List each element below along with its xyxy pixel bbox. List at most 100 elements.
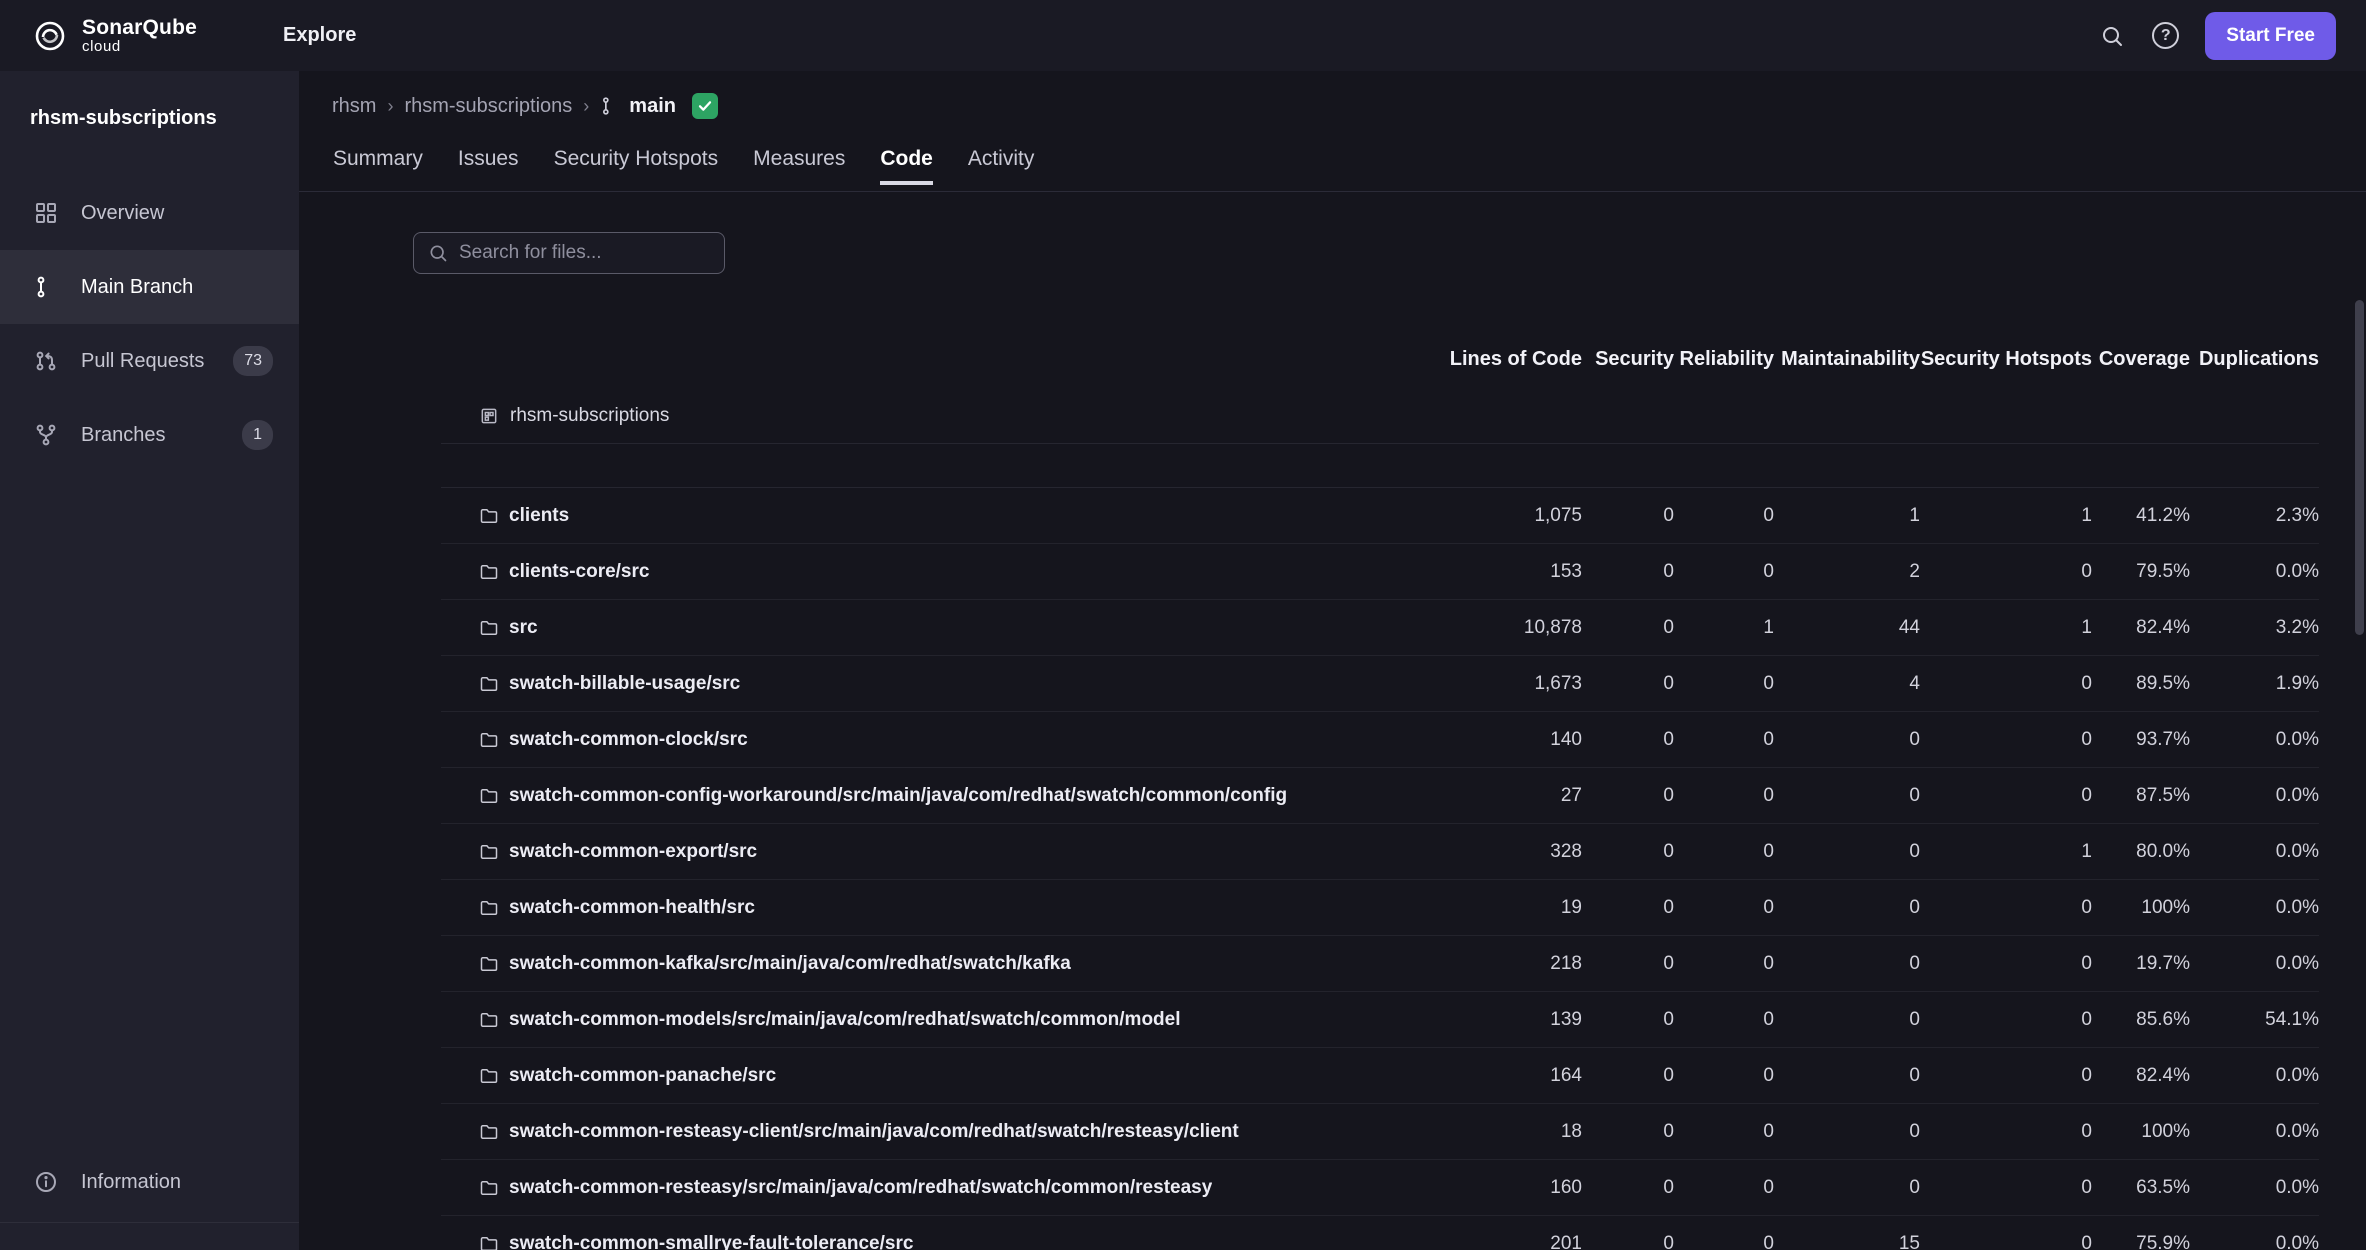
table-row[interactable]: src 10,878 0 1 44 1 82.4% 3.2%: [441, 600, 2319, 656]
folder-cell: swatch-common-smallrye-fault-tolerance/s…: [441, 1233, 1432, 1250]
sidebar-project-title: rhsm-subscriptions: [0, 71, 299, 130]
folder-name-link[interactable]: swatch-common-smallrye-fault-tolerance/s…: [509, 1233, 913, 1250]
security-value: 0: [1582, 561, 1674, 583]
maintainability-value: 0: [1774, 1121, 1920, 1143]
security-hotspots-value: 0: [1920, 673, 2092, 695]
duplications-value: 0.0%: [2190, 953, 2319, 975]
sidebar-item-main-branch[interactable]: Main Branch: [0, 250, 299, 324]
header-maintainability: Maintainability: [1774, 348, 1920, 371]
folder-cell: swatch-common-resteasy-client/src/main/j…: [441, 1121, 1432, 1143]
table-row[interactable]: swatch-common-models/src/main/java/com/r…: [441, 992, 2319, 1048]
maintainability-value: 0: [1774, 953, 1920, 975]
folder-name-link[interactable]: swatch-billable-usage/src: [509, 673, 740, 695]
lines-of-code-value: 1,673: [1432, 673, 1582, 695]
lines-of-code-value: 164: [1432, 1065, 1582, 1087]
maintainability-value: 0: [1774, 1065, 1920, 1087]
project-icon: [479, 406, 499, 426]
security-value: 0: [1582, 617, 1674, 639]
table-row[interactable]: swatch-billable-usage/src 1,673 0 0 4 0 …: [441, 656, 2319, 712]
table-row[interactable]: swatch-common-resteasy-client/src/main/j…: [441, 1104, 2319, 1160]
branch-selector[interactable]: main: [600, 95, 676, 118]
start-free-button[interactable]: Start Free: [2205, 12, 2336, 60]
sidebar-item-label: Pull Requests: [81, 350, 204, 373]
breadcrumb-org[interactable]: rhsm: [332, 95, 376, 118]
folder-cell: swatch-common-resteasy/src/main/java/com…: [441, 1177, 1432, 1199]
nav-explore[interactable]: Explore: [283, 24, 356, 47]
help-icon[interactable]: ?: [2152, 22, 2179, 49]
folder-icon: [479, 674, 499, 694]
table-row[interactable]: clients-core/src 153 0 0 2 0 79.5% 0.0%: [441, 544, 2319, 600]
table-header-row: Lines of Code Security Reliability Maint…: [441, 330, 2319, 388]
tab-security-hotspots[interactable]: Security Hotspots: [554, 147, 719, 185]
security-hotspots-value: 1: [1920, 841, 2092, 863]
lines-of-code-value: 328: [1432, 841, 1582, 863]
security-hotspots-value: 0: [1920, 561, 2092, 583]
folder-name-link[interactable]: swatch-common-health/src: [509, 897, 755, 919]
scrollbar-thumb[interactable]: [2355, 300, 2364, 635]
sidebar-item-branches[interactable]: Branches 1: [0, 398, 299, 472]
table-spacer-row: [441, 444, 2319, 488]
sonarqube-logo[interactable]: SonarQube cloud: [30, 16, 197, 56]
reliability-value: 0: [1674, 1121, 1774, 1143]
maintainability-value: 4: [1774, 673, 1920, 695]
coverage-value: 19.7%: [2092, 953, 2190, 975]
table-row[interactable]: swatch-common-clock/src 140 0 0 0 0 93.7…: [441, 712, 2319, 768]
sidebar-footer-label: Information: [81, 1171, 181, 1194]
sidebar-item-overview[interactable]: Overview: [0, 176, 299, 250]
folder-name-link[interactable]: swatch-common-resteasy/src/main/java/com…: [509, 1177, 1212, 1199]
security-hotspots-value: 0: [1920, 897, 2092, 919]
folder-name-link[interactable]: swatch-common-config-workaround/src/main…: [509, 785, 1287, 807]
project-root-name: rhsm-subscriptions: [510, 405, 669, 427]
folder-name-link[interactable]: swatch-common-panache/src: [509, 1065, 776, 1087]
table-row[interactable]: swatch-common-export/src 328 0 0 0 1 80.…: [441, 824, 2319, 880]
table-row[interactable]: swatch-common-panache/src 164 0 0 0 0 82…: [441, 1048, 2319, 1104]
project-root-row[interactable]: rhsm-subscriptions: [441, 388, 2319, 444]
header-coverage: Coverage: [2092, 348, 2190, 371]
security-value: 0: [1582, 1177, 1674, 1199]
folder-icon: [479, 506, 499, 526]
tab-measures[interactable]: Measures: [753, 147, 845, 185]
folder-name-link[interactable]: src: [509, 617, 538, 639]
file-search-input[interactable]: [459, 242, 710, 264]
duplications-value: 0.0%: [2190, 1233, 2319, 1250]
folder-name-link[interactable]: swatch-common-kafka/src/main/java/com/re…: [509, 953, 1071, 975]
security-hotspots-value: 0: [1920, 1177, 2092, 1199]
duplications-value: 2.3%: [2190, 505, 2319, 527]
folder-name-link[interactable]: clients-core/src: [509, 561, 649, 583]
folder-name-link[interactable]: clients: [509, 505, 569, 527]
table-row[interactable]: swatch-common-smallrye-fault-tolerance/s…: [441, 1216, 2319, 1250]
folder-icon: [479, 1066, 499, 1086]
security-value: 0: [1582, 1233, 1674, 1250]
maintainability-value: 0: [1774, 841, 1920, 863]
table-row[interactable]: swatch-common-resteasy/src/main/java/com…: [441, 1160, 2319, 1216]
table-row[interactable]: swatch-common-config-workaround/src/main…: [441, 768, 2319, 824]
sidebar-item-label: Overview: [81, 202, 164, 225]
branch-icon: [34, 274, 60, 300]
folder-name-link[interactable]: swatch-common-clock/src: [509, 729, 748, 751]
lines-of-code-value: 27: [1432, 785, 1582, 807]
security-hotspots-value: 0: [1920, 1009, 2092, 1031]
search-icon[interactable]: [2098, 22, 2126, 50]
tab-code[interactable]: Code: [880, 147, 933, 185]
duplications-value: 0.0%: [2190, 561, 2319, 583]
lines-of-code-value: 139: [1432, 1009, 1582, 1031]
tab-activity[interactable]: Activity: [968, 147, 1035, 185]
folder-cell: swatch-common-config-workaround/src/main…: [441, 785, 1432, 807]
table-row[interactable]: swatch-common-kafka/src/main/java/com/re…: [441, 936, 2319, 992]
folder-icon: [479, 1178, 499, 1198]
folder-name-link[interactable]: swatch-common-resteasy-client/src/main/j…: [509, 1121, 1239, 1143]
folder-name-link[interactable]: swatch-common-models/src/main/java/com/r…: [509, 1009, 1181, 1031]
tab-issues[interactable]: Issues: [458, 147, 519, 185]
sidebar-item-pull-requests[interactable]: Pull Requests 73: [0, 324, 299, 398]
coverage-value: 82.4%: [2092, 617, 2190, 639]
breadcrumb-project[interactable]: rhsm-subscriptions: [404, 95, 572, 118]
folder-cell: swatch-common-clock/src: [441, 729, 1432, 751]
table-row[interactable]: clients 1,075 0 0 1 1 41.2% 2.3%: [441, 488, 2319, 544]
brand-sub: cloud: [82, 39, 197, 55]
lines-of-code-value: 140: [1432, 729, 1582, 751]
tab-summary[interactable]: Summary: [333, 147, 423, 185]
folder-name-link[interactable]: swatch-common-export/src: [509, 841, 757, 863]
sidebar-item-information[interactable]: Information: [0, 1162, 299, 1202]
lines-of-code-value: 18: [1432, 1121, 1582, 1143]
table-row[interactable]: swatch-common-health/src 19 0 0 0 0 100%…: [441, 880, 2319, 936]
